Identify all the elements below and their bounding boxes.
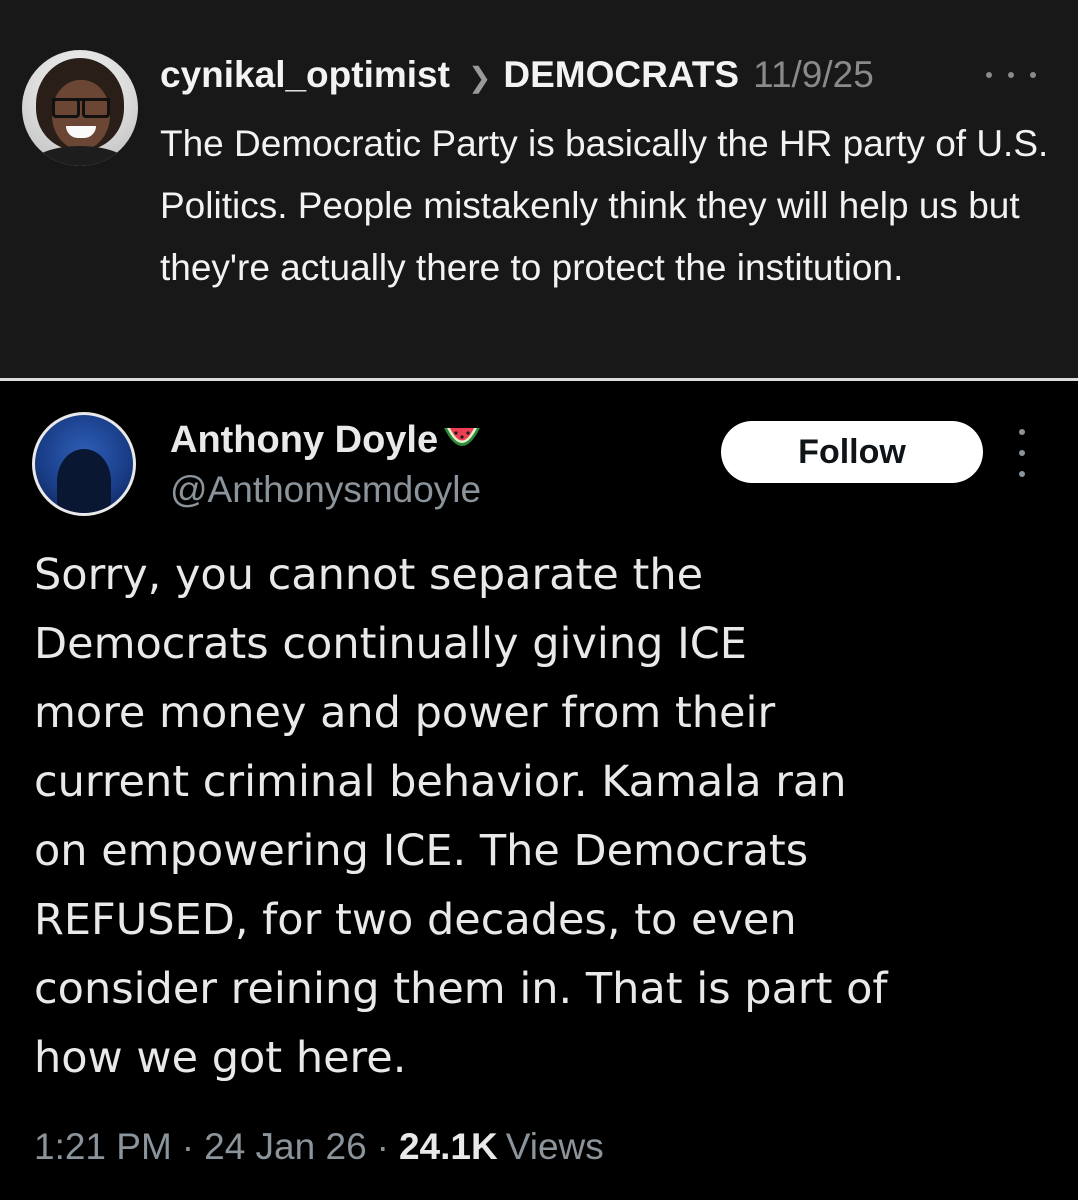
- display-name[interactable]: Anthony Doyle: [170, 419, 438, 462]
- more-options-icon[interactable]: [986, 60, 1036, 90]
- dot: [1008, 72, 1014, 78]
- tweet-meta: 1:21 PM · 24 Jan 26 · 24.1K Views: [34, 1126, 604, 1168]
- user-handle[interactable]: @Anthonysmdoyle: [170, 469, 481, 511]
- tweet-date[interactable]: 24 Jan 26: [204, 1126, 367, 1168]
- avatar-shirt: [30, 146, 130, 166]
- tweet-time[interactable]: 1:21 PM: [34, 1126, 172, 1168]
- follow-button[interactable]: Follow: [721, 421, 983, 483]
- views-count: 24.1K: [398, 1126, 498, 1167]
- dot: [1030, 72, 1036, 78]
- avatar-image: [35, 415, 133, 513]
- x-post: Anthony Doyle @Anthonysmdoyle Follow Sor…: [0, 381, 1078, 1200]
- post-text: The Democratic Party is basically the HR…: [160, 123, 1049, 288]
- community-name[interactable]: DEMOCRATS: [503, 52, 739, 98]
- more-options-icon[interactable]: [1016, 429, 1028, 477]
- avatar[interactable]: [32, 412, 136, 516]
- top-post: cynikal_optimist ❯ DEMOCRATS 11/9/25 The…: [0, 0, 1078, 378]
- avatar-silhouette: [57, 449, 111, 513]
- separator: ·: [376, 1126, 389, 1167]
- username[interactable]: cynikal_optimist: [160, 52, 450, 98]
- post-date: 11/9/25: [753, 54, 874, 95]
- chevron-right-icon: ❯: [467, 62, 492, 93]
- dot: [986, 72, 992, 78]
- tweet-text: Sorry, you cannot separate the Democrats…: [34, 550, 888, 1083]
- dot: [1019, 429, 1025, 435]
- author-name-row: Anthony Doyle: [170, 417, 482, 463]
- separator: ·: [181, 1126, 195, 1167]
- post-header: cynikal_optimist ❯ DEMOCRATS 11/9/25: [160, 52, 874, 98]
- avatar-glasses: [52, 98, 110, 118]
- dot: [1019, 471, 1025, 477]
- views-label: Views: [505, 1126, 604, 1167]
- watermelon-icon: [444, 428, 481, 446]
- avatar[interactable]: [22, 50, 138, 166]
- dot: [1019, 450, 1025, 456]
